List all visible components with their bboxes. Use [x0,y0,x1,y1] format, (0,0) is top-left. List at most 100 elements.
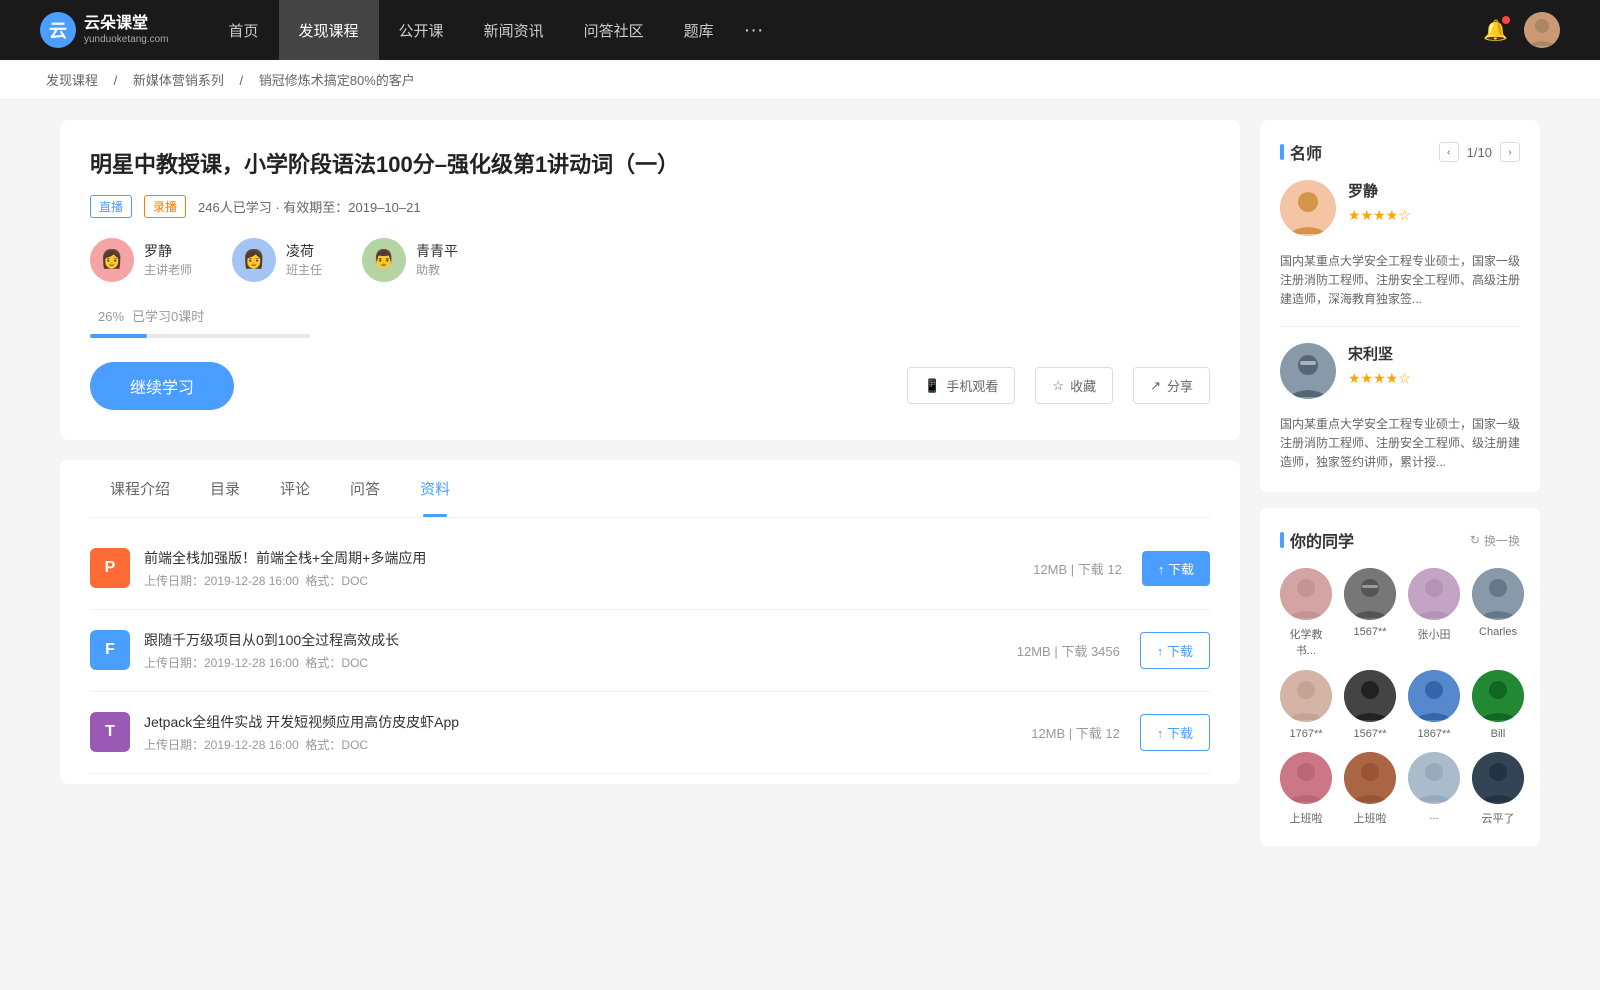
tab-qa[interactable]: 问答 [330,460,400,517]
classmate-name-5: 1567** [1353,728,1386,740]
notification-dot [1502,16,1510,24]
left-panel: 明星中教授课，小学阶段语法100分–强化级第1讲动词（一） 直播 录播 246人… [60,120,1240,862]
nav-items: 首页 发现课程 公开课 新闻资讯 问答社区 题库 ··· [209,0,1484,60]
user-avatar[interactable] [1524,12,1560,48]
logo[interactable]: 云 云朵课堂 yunduoketang.com [40,12,169,48]
classmate-9[interactable]: 上班啦 [1344,752,1396,826]
classmate-8[interactable]: 上班啦 [1280,752,1332,826]
teachers-pagination: ‹ 1/10 › [1439,142,1520,162]
next-page-btn[interactable]: › [1500,142,1520,162]
classmate-3[interactable]: Charles [1472,568,1524,658]
teachers-panel-title: 名师 [1280,140,1322,164]
badge-live: 直播 [90,195,132,218]
nav-item-more[interactable]: ··· [734,0,774,60]
classmate-avatar-10 [1408,752,1460,804]
classmates-panel: 你的同学 ↻ 换一换 化学教书... 1567** [1260,508,1540,846]
resource-item-1: F 跟随千万级项目从0到100全过程高效成长 上传日期：2019-12-28 1… [90,610,1210,692]
continue-button[interactable]: 继续学习 [90,362,234,410]
classmate-5[interactable]: 1567** [1344,670,1396,740]
teacher-info-0: 罗静 主讲老师 [144,241,192,278]
share-button[interactable]: ↗ 分享 [1133,367,1210,404]
classmate-1[interactable]: 1567** [1344,568,1396,658]
nav-item-discover[interactable]: 发现课程 [279,0,379,60]
course-meta: 直播 录播 246人已学习 · 有效期至：2019–10–21 [90,195,1210,218]
nav-item-public[interactable]: 公开课 [379,0,464,60]
download-button-0[interactable]: ↑ 下载 [1142,551,1210,586]
nav-item-qa[interactable]: 问答社区 [564,0,664,60]
teachers-list: 👩 罗静 主讲老师 👩 凌荷 班主任 👨 青青平 [90,238,1210,282]
prev-page-btn[interactable]: ‹ [1439,142,1459,162]
nav-item-home[interactable]: 首页 [209,0,279,60]
classmate-name-0: 化学教书... [1280,626,1332,658]
favorite-button[interactable]: ☆ 收藏 [1035,367,1113,404]
teacher-profile-info-0: 罗静 ★★★★☆ [1348,180,1411,236]
classmate-name-11: 云平了 [1482,810,1515,826]
classmate-avatar-3 [1472,568,1524,620]
teacher-info-2: 青青平 助教 [416,241,458,278]
teacher-stars-0: ★★★★☆ [1348,207,1411,224]
classmate-7[interactable]: Bill [1472,670,1524,740]
resource-item-0: P 前端全栈加强版！前端全栈+全周期+多端应用 上传日期：2019-12-28 … [90,528,1210,610]
resource-stats-2: 12MB | 下载 12 [1031,723,1120,742]
teacher-role-2: 助教 [416,261,458,278]
resource-info-2: Jetpack全组件实战 开发短视频应用高仿皮皮虾App 上传日期：2019-1… [144,712,1031,753]
classmate-avatar-7 [1472,670,1524,722]
logo-text: 云朵课堂 yunduoketang.com [84,14,169,45]
logo-icon: 云 [40,12,76,48]
teacher-desc-0: 国内某重点大学安全工程专业硕士，国家一级注册消防工程师、注册安全工程师、高级注册… [1280,252,1520,310]
resource-meta-2: 上传日期：2019-12-28 16:00 格式：DOC [144,736,1031,753]
nav-item-news[interactable]: 新闻资讯 [464,0,564,60]
classmate-6[interactable]: 1867** [1408,670,1460,740]
breadcrumb-series[interactable]: 新媒体营销系列 [133,73,224,88]
resource-name-2: Jetpack全组件实战 开发短视频应用高仿皮皮虾App [144,712,1031,732]
classmate-name-7: Bill [1491,728,1506,740]
breadcrumb-discover[interactable]: 发现课程 [46,73,98,88]
breadcrumb: 发现课程 / 新媒体营销系列 / 销冠修炼术搞定80%的客户 [0,60,1600,100]
tab-intro[interactable]: 课程介绍 [90,460,190,517]
navigation: 云 云朵课堂 yunduoketang.com 首页 发现课程 公开课 新闻资讯… [0,0,1600,60]
mobile-watch-button[interactable]: 📱 手机观看 [907,367,1015,404]
progress-label: 26%已学习0课时 [90,306,1210,326]
teacher-profile-1: 宋利坚 ★★★★☆ [1280,343,1520,399]
classmate-10[interactable]: ... [1408,752,1460,826]
teacher-profile-avatar-1 [1280,343,1336,399]
download-button-2[interactable]: ↑ 下载 [1140,714,1210,751]
resource-info-0: 前端全栈加强版！前端全栈+全周期+多端应用 上传日期：2019-12-28 16… [144,548,1033,589]
teacher-name-2: 青青平 [416,241,458,261]
page-indicator: 1/10 [1467,145,1492,160]
nav-item-quiz[interactable]: 题库 [664,0,734,60]
teacher-avatar-2: 👨 [362,238,406,282]
teachers-panel-header: 名师 ‹ 1/10 › [1280,140,1520,164]
classmate-0[interactable]: 化学教书... [1280,568,1332,658]
classmate-11[interactable]: 云平了 [1472,752,1524,826]
classmate-avatar-5 [1344,670,1396,722]
star-icon: ☆ [1052,378,1064,394]
teacher-linghe: 👩 凌荷 班主任 [232,238,322,282]
progress-bar-fill [90,334,147,338]
progress-bar-bg [90,334,310,338]
tab-resources[interactable]: 资料 [400,460,470,517]
teacher-avatar-0: 👩 [90,238,134,282]
classmate-avatar-11 [1472,752,1524,804]
classmate-name-9: 上班啦 [1354,810,1387,826]
classmate-name-2: 张小田 [1418,626,1451,642]
resource-icon-1: F [90,630,130,670]
avatar-icon [1524,12,1560,48]
notification-bell[interactable]: 🔔 [1483,18,1508,43]
teacher-profile-avatar-0 [1280,180,1336,236]
refresh-button[interactable]: ↻ 换一换 [1470,532,1520,549]
resources-list: P 前端全栈加强版！前端全栈+全周期+多端应用 上传日期：2019-12-28 … [90,518,1210,784]
main-container: 明星中教授课，小学阶段语法100分–强化级第1讲动词（一） 直播 录播 246人… [20,100,1580,882]
classmate-name-3: Charles [1479,626,1517,638]
classmate-4[interactable]: 1767** [1280,670,1332,740]
classmate-2[interactable]: 张小田 [1408,568,1460,658]
download-button-1[interactable]: ↑ 下载 [1140,632,1210,669]
tab-comments[interactable]: 评论 [260,460,330,517]
teacher-info-1: 凌荷 班主任 [286,241,322,278]
teacher-profile-info-1: 宋利坚 ★★★★☆ [1348,343,1411,399]
tab-catalog[interactable]: 目录 [190,460,260,517]
resource-stats-1: 12MB | 下载 3456 [1017,641,1120,660]
badge-record: 录播 [144,195,186,218]
resource-info-1: 跟随千万级项目从0到100全过程高效成长 上传日期：2019-12-28 16:… [144,630,1017,671]
progress-section: 26%已学习0课时 [90,306,1210,338]
